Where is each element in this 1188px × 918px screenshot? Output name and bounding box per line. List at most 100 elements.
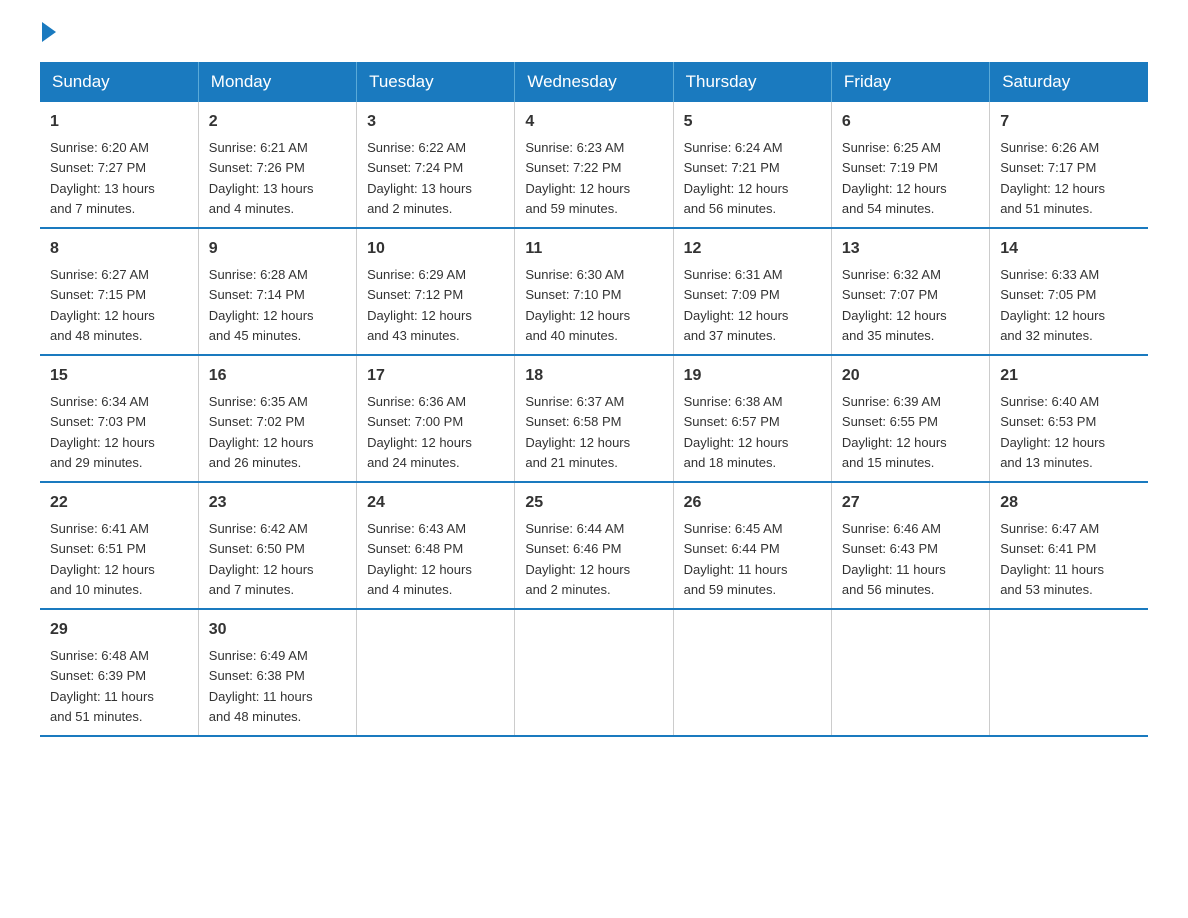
calendar-cell: 6Sunrise: 6:25 AM Sunset: 7:19 PM Daylig… — [831, 102, 989, 228]
day-number: 8 — [50, 237, 188, 261]
calendar-cell: 21 Sunrise: 6:40 AM Sunset: 6:53 PM Dayli… — [990, 355, 1148, 482]
day-info: Sunrise: 6:22 AM Sunset: 7:24 PM Dayligh… — [367, 140, 472, 216]
day-info: Sunrise: 6:40 AM Sunset: 6:53 PM Dayligh… — [1000, 394, 1105, 470]
calendar-cell: 5 Sunrise: 6:24 AM Sunset: 7:21 PM Daylig… — [673, 102, 831, 228]
day-number: 3 — [367, 110, 504, 134]
calendar-week-row: 8Sunrise: 6:27 AM Sunset: 7:15 PM Daylig… — [40, 228, 1148, 355]
calendar-cell: 30 Sunrise: 6:49 AM Sunset: 6:38 PM Dayli… — [198, 609, 356, 736]
day-info: Sunrise: 6:20 AM Sunset: 7:27 PM Dayligh… — [50, 140, 155, 216]
day-number: 25 — [525, 491, 662, 515]
day-info: Sunrise: 6:28 AM Sunset: 7:14 PM Dayligh… — [209, 267, 314, 343]
calendar-cell: 7 Sunrise: 6:26 AM Sunset: 7:17 PM Daylig… — [990, 102, 1148, 228]
calendar-cell — [831, 609, 989, 736]
day-info: Sunrise: 6:30 AM Sunset: 7:10 PM Dayligh… — [525, 267, 630, 343]
calendar-cell: 24Sunrise: 6:43 AM Sunset: 6:48 PM Dayli… — [357, 482, 515, 609]
calendar-cell: 26 Sunrise: 6:45 AM Sunset: 6:44 PM Dayli… — [673, 482, 831, 609]
day-info: Sunrise: 6:36 AM Sunset: 7:00 PM Dayligh… — [367, 394, 472, 470]
calendar-week-row: 22 Sunrise: 6:41 AM Sunset: 6:51 PM Dayli… — [40, 482, 1148, 609]
calendar-week-row: 15 Sunrise: 6:34 AM Sunset: 7:03 PM Dayli… — [40, 355, 1148, 482]
day-number: 30 — [209, 618, 346, 642]
header-tuesday: Tuesday — [357, 62, 515, 102]
day-number: 14 — [1000, 237, 1138, 261]
calendar-cell — [357, 609, 515, 736]
day-number: 2 — [209, 110, 346, 134]
day-info: Sunrise: 6:33 AM Sunset: 7:05 PM Dayligh… — [1000, 267, 1105, 343]
day-info: Sunrise: 6:37 AM Sunset: 6:58 PM Dayligh… — [525, 394, 630, 470]
calendar-cell: 18Sunrise: 6:37 AM Sunset: 6:58 PM Dayli… — [515, 355, 673, 482]
calendar-cell: 19Sunrise: 6:38 AM Sunset: 6:57 PM Dayli… — [673, 355, 831, 482]
calendar-cell: 1 Sunrise: 6:20 AM Sunset: 7:27 PM Daylig… — [40, 102, 198, 228]
day-info: Sunrise: 6:41 AM Sunset: 6:51 PM Dayligh… — [50, 521, 155, 597]
day-info: Sunrise: 6:44 AM Sunset: 6:46 PM Dayligh… — [525, 521, 630, 597]
day-info: Sunrise: 6:38 AM Sunset: 6:57 PM Dayligh… — [684, 394, 789, 470]
day-number: 7 — [1000, 110, 1138, 134]
header-friday: Friday — [831, 62, 989, 102]
calendar-cell: 8Sunrise: 6:27 AM Sunset: 7:15 PM Daylig… — [40, 228, 198, 355]
day-number: 23 — [209, 491, 346, 515]
day-number: 16 — [209, 364, 346, 388]
day-info: Sunrise: 6:47 AM Sunset: 6:41 PM Dayligh… — [1000, 521, 1104, 597]
header-saturday: Saturday — [990, 62, 1148, 102]
calendar-cell: 28 Sunrise: 6:47 AM Sunset: 6:41 PM Dayli… — [990, 482, 1148, 609]
day-number: 15 — [50, 364, 188, 388]
calendar-week-row: 1 Sunrise: 6:20 AM Sunset: 7:27 PM Daylig… — [40, 102, 1148, 228]
day-info: Sunrise: 6:45 AM Sunset: 6:44 PM Dayligh… — [684, 521, 788, 597]
page-header — [40, 30, 1148, 42]
day-info: Sunrise: 6:26 AM Sunset: 7:17 PM Dayligh… — [1000, 140, 1105, 216]
calendar-cell: 15 Sunrise: 6:34 AM Sunset: 7:03 PM Dayli… — [40, 355, 198, 482]
calendar-cell: 17 Sunrise: 6:36 AM Sunset: 7:00 PM Dayli… — [357, 355, 515, 482]
day-number: 20 — [842, 364, 979, 388]
calendar-cell: 4 Sunrise: 6:23 AM Sunset: 7:22 PM Daylig… — [515, 102, 673, 228]
calendar-cell: 14 Sunrise: 6:33 AM Sunset: 7:05 PM Dayli… — [990, 228, 1148, 355]
calendar-cell — [990, 609, 1148, 736]
day-info: Sunrise: 6:31 AM Sunset: 7:09 PM Dayligh… — [684, 267, 789, 343]
day-number: 10 — [367, 237, 504, 261]
day-number: 22 — [50, 491, 188, 515]
day-number: 17 — [367, 364, 504, 388]
calendar-cell: 29 Sunrise: 6:48 AM Sunset: 6:39 PM Dayli… — [40, 609, 198, 736]
day-info: Sunrise: 6:48 AM Sunset: 6:39 PM Dayligh… — [50, 648, 154, 724]
day-info: Sunrise: 6:32 AM Sunset: 7:07 PM Dayligh… — [842, 267, 947, 343]
calendar-cell: 22 Sunrise: 6:41 AM Sunset: 6:51 PM Dayli… — [40, 482, 198, 609]
day-info: Sunrise: 6:49 AM Sunset: 6:38 PM Dayligh… — [209, 648, 313, 724]
logo-triangle-icon — [42, 22, 56, 42]
day-info: Sunrise: 6:35 AM Sunset: 7:02 PM Dayligh… — [209, 394, 314, 470]
calendar-cell: 9 Sunrise: 6:28 AM Sunset: 7:14 PM Daylig… — [198, 228, 356, 355]
day-info: Sunrise: 6:39 AM Sunset: 6:55 PM Dayligh… — [842, 394, 947, 470]
day-number: 5 — [684, 110, 821, 134]
header-thursday: Thursday — [673, 62, 831, 102]
day-info: Sunrise: 6:21 AM Sunset: 7:26 PM Dayligh… — [209, 140, 314, 216]
calendar-cell: 12 Sunrise: 6:31 AM Sunset: 7:09 PM Dayli… — [673, 228, 831, 355]
day-info: Sunrise: 6:34 AM Sunset: 7:03 PM Dayligh… — [50, 394, 155, 470]
day-info: Sunrise: 6:24 AM Sunset: 7:21 PM Dayligh… — [684, 140, 789, 216]
day-info: Sunrise: 6:25 AM Sunset: 7:19 PM Dayligh… — [842, 140, 947, 216]
calendar-cell: 13 Sunrise: 6:32 AM Sunset: 7:07 PM Dayli… — [831, 228, 989, 355]
calendar-cell: 23 Sunrise: 6:42 AM Sunset: 6:50 PM Dayli… — [198, 482, 356, 609]
day-number: 29 — [50, 618, 188, 642]
day-number: 12 — [684, 237, 821, 261]
calendar-cell: 2 Sunrise: 6:21 AM Sunset: 7:26 PM Daylig… — [198, 102, 356, 228]
day-number: 1 — [50, 110, 188, 134]
day-number: 11 — [525, 237, 662, 261]
header-monday: Monday — [198, 62, 356, 102]
calendar-cell: 10 Sunrise: 6:29 AM Sunset: 7:12 PM Dayli… — [357, 228, 515, 355]
day-number: 9 — [209, 237, 346, 261]
day-number: 21 — [1000, 364, 1138, 388]
day-number: 13 — [842, 237, 979, 261]
day-info: Sunrise: 6:23 AM Sunset: 7:22 PM Dayligh… — [525, 140, 630, 216]
header-wednesday: Wednesday — [515, 62, 673, 102]
calendar-cell: 25 Sunrise: 6:44 AM Sunset: 6:46 PM Dayli… — [515, 482, 673, 609]
logo — [40, 30, 56, 42]
day-number: 4 — [525, 110, 662, 134]
calendar-table: SundayMondayTuesdayWednesdayThursdayFrid… — [40, 62, 1148, 737]
calendar-cell — [673, 609, 831, 736]
calendar-cell: 3 Sunrise: 6:22 AM Sunset: 7:24 PM Daylig… — [357, 102, 515, 228]
day-number: 28 — [1000, 491, 1138, 515]
calendar-header-row: SundayMondayTuesdayWednesdayThursdayFrid… — [40, 62, 1148, 102]
day-info: Sunrise: 6:42 AM Sunset: 6:50 PM Dayligh… — [209, 521, 314, 597]
day-number: 27 — [842, 491, 979, 515]
calendar-cell: 11 Sunrise: 6:30 AM Sunset: 7:10 PM Dayli… — [515, 228, 673, 355]
day-number: 26 — [684, 491, 821, 515]
day-info: Sunrise: 6:43 AM Sunset: 6:48 PM Dayligh… — [367, 521, 472, 597]
day-info: Sunrise: 6:29 AM Sunset: 7:12 PM Dayligh… — [367, 267, 472, 343]
